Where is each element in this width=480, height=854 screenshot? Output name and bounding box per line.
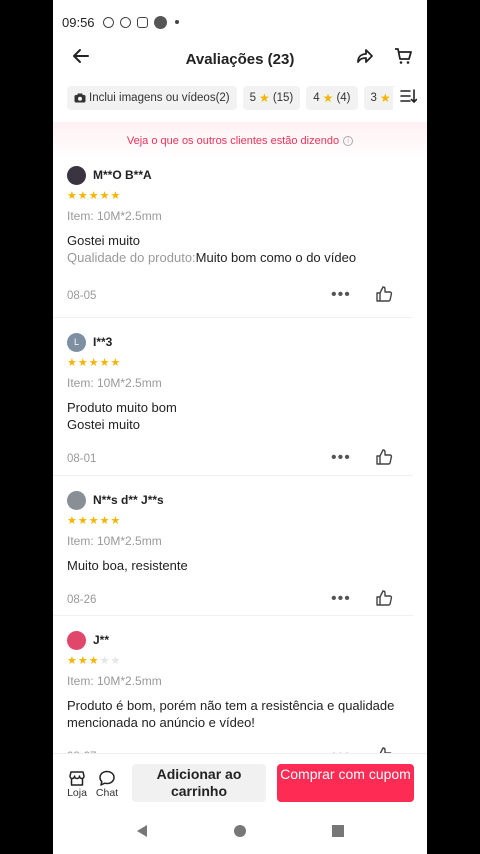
page-title: Avaliações (23) xyxy=(185,50,295,68)
review-text-line: Produto é bom, porém não tem a resistênc… xyxy=(67,698,395,730)
instagram-icon xyxy=(136,16,148,28)
more-options-icon[interactable]: ••• xyxy=(331,590,351,608)
bottom-action-bar: Loja Chat Adicionar ao carrinho Comprar … xyxy=(53,753,427,813)
thumbs-up-icon[interactable] xyxy=(375,285,393,308)
status-time: 09:56 xyxy=(62,14,95,30)
info-icon[interactable]: i xyxy=(343,136,354,146)
android-nav-bar xyxy=(53,813,427,854)
store-button[interactable]: Loja xyxy=(62,769,92,799)
reviewer-name: I**3 xyxy=(93,335,113,349)
add-to-cart-button[interactable]: Adicionar ao carrinho xyxy=(132,764,266,802)
review-item-variant: Item: 10M*2.5mm xyxy=(67,674,162,688)
review-footer: 08-05 ••• xyxy=(67,274,399,318)
chat-icon xyxy=(99,770,115,786)
more-options-icon[interactable]: ••• xyxy=(331,449,351,467)
review-item-variant: Item: 10M*2.5mm xyxy=(67,376,162,390)
star-rating: ★★★★★ xyxy=(67,655,122,667)
nav-home-icon[interactable] xyxy=(233,824,247,843)
app-screen: 09:56 Avaliações (23) Inclui imagens ou … xyxy=(53,0,427,854)
share-icon[interactable] xyxy=(355,46,375,71)
nav-back-icon[interactable] xyxy=(135,824,149,843)
avatar xyxy=(67,490,86,510)
notification-dot-icon xyxy=(153,15,167,29)
review-item: L I**3 ★★★★★ Item: 10M*2.5mm Produto mui… xyxy=(53,318,413,476)
review-date: 08-01 xyxy=(67,453,97,465)
filter-4-stars[interactable]: 4 ★ (4) xyxy=(306,86,358,110)
reviewer-name: M**O B**A xyxy=(93,168,152,182)
nav-recents-icon[interactable] xyxy=(331,824,345,843)
review-attr-label: Qualidade do produto: xyxy=(67,250,196,265)
buy-with-coupon-button[interactable]: Comprar com cupom xyxy=(277,764,414,802)
review-text: Produto é bom, porém não tem a resistênc… xyxy=(67,697,399,731)
filter-label: Inclui imagens ou vídeos(2) xyxy=(89,92,230,104)
review-user: J** xyxy=(67,628,399,652)
review-item: N**s d** J**s ★★★★★ Item: 10M*2.5mm Muit… xyxy=(53,476,413,616)
review-text: Produto muito bom Gostei muito xyxy=(67,399,399,433)
filter-count: (4) xyxy=(336,92,351,104)
review-user: N**s d** J**s xyxy=(67,488,399,512)
avatar xyxy=(67,630,86,650)
review-date: 08-05 xyxy=(67,290,97,302)
review-text: Gostei muito Qualidade do produto:Muito … xyxy=(67,232,399,266)
review-text: Muito boa, resistente xyxy=(67,557,399,574)
reviewer-name: N**s d** J**s xyxy=(93,493,164,507)
thumbs-up-icon[interactable] xyxy=(375,589,393,612)
reviewer-name: J** xyxy=(93,633,110,647)
review-footer: 08-01 ••• xyxy=(67,437,399,481)
more-notifications-icon xyxy=(174,20,179,24)
review-user: L I**3 xyxy=(67,330,399,354)
star-rating: ★★★★★ xyxy=(67,357,122,369)
review-text-line: Produto muito bom xyxy=(67,400,177,415)
filter-label: 3 xyxy=(370,92,377,104)
star-icon: ★ xyxy=(379,91,391,105)
more-options-icon[interactable]: ••• xyxy=(331,286,351,304)
camera-icon xyxy=(74,93,86,103)
review-banner: Veja o que os outros clientes estão dize… xyxy=(53,122,427,160)
review-text-line: Muito boa, resistente xyxy=(67,558,188,573)
review-text-line: Gostei muito xyxy=(67,417,140,432)
filter-5-stars[interactable]: 5 ★ (15) xyxy=(242,86,301,110)
back-arrow-icon[interactable] xyxy=(71,46,91,71)
banner-text: Veja o que os outros clientes estão dize… xyxy=(126,135,340,147)
review-item-variant: Item: 10M*2.5mm xyxy=(67,209,162,223)
record-icon xyxy=(102,16,114,28)
review-user: M**O B**A xyxy=(67,163,399,187)
cart-icon[interactable] xyxy=(393,46,413,71)
star-icon: ★ xyxy=(322,91,334,105)
review-text-line: Gostei muito xyxy=(67,233,140,248)
filter-with-media[interactable]: Inclui imagens ou vídeos(2) xyxy=(67,86,237,110)
star-rating: ★★★★★ xyxy=(67,190,122,202)
filter-label: 4 xyxy=(313,92,320,104)
chat-button[interactable]: Chat xyxy=(92,769,122,799)
star-icon: ★ xyxy=(259,91,270,105)
chat-label: Chat xyxy=(95,786,119,799)
review-date: 08-26 xyxy=(67,594,97,606)
thumbs-up-icon[interactable] xyxy=(375,448,393,471)
filter-chips: Inclui imagens ou vídeos(2) 5 ★ (15) 4 ★… xyxy=(53,74,427,122)
review-item-variant: Item: 10M*2.5mm xyxy=(67,534,162,548)
review-attr-value: Muito bom como o do vídeo xyxy=(195,250,357,265)
status-bar: 09:56 xyxy=(53,0,427,44)
avatar xyxy=(67,165,86,185)
avatar: L xyxy=(67,332,86,352)
top-header: Avaliações (23) xyxy=(53,44,427,74)
review-item: M**O B**A ★★★★★ Item: 10M*2.5mm Gostei m… xyxy=(53,160,413,318)
filter-label: 5 xyxy=(249,92,257,104)
store-icon xyxy=(69,770,85,786)
star-rating: ★★★★★ xyxy=(67,515,122,527)
review-item: J** ★★★★★ Item: 10M*2.5mm Produto é bom,… xyxy=(53,616,413,766)
sort-icon[interactable] xyxy=(393,87,418,110)
filter-count: (15) xyxy=(272,92,294,104)
whatsapp-icon xyxy=(119,16,131,28)
store-label: Loja xyxy=(67,786,87,799)
